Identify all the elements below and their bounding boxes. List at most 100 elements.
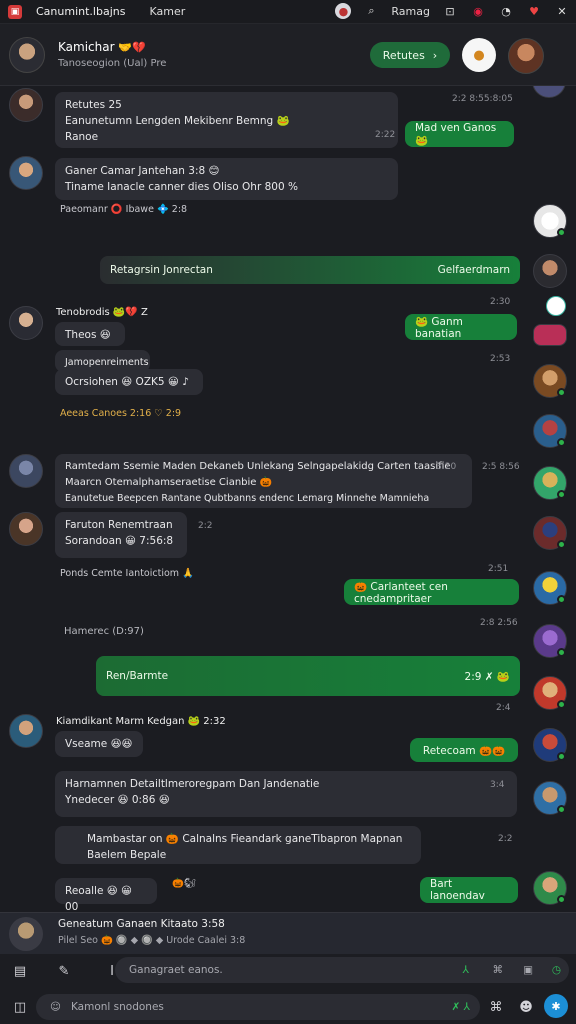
avatar[interactable]	[9, 917, 43, 951]
outgoing-message[interactable]: Mad ven Ganos 🐸	[405, 121, 514, 147]
timestamp: 2:2 8:55:8:05	[452, 94, 513, 104]
sender-name: Tenobrodis 🐸💔 Z	[56, 307, 148, 318]
timer-icon[interactable]: ◷	[552, 964, 561, 976]
timestamp: 2:22	[375, 130, 396, 140]
timestamp: 2:5 8:56	[482, 462, 520, 472]
call-icon[interactable]: ●	[462, 38, 496, 72]
reaction-row[interactable]: Aeeas Canoes 2:16 ♡ 2:9	[60, 408, 181, 419]
search-icon[interactable]: ⌕	[363, 3, 379, 19]
panel-icon[interactable]: ◫	[4, 993, 36, 1021]
message-bubble[interactable]: Faruton Renemtraan Sorandoan 😀 7:56:8	[55, 512, 187, 558]
message-bubble[interactable]: Ganer Camar Jantehan 3:8 😊 Tiname Ianacl…	[55, 158, 398, 200]
chevron-icon: ›	[432, 48, 438, 62]
status-badge	[557, 388, 566, 397]
composer: ▤ ✎ I Ganagraet eanos. ⅄ ⌘ ▣ ◷ ◫ ☺ Kamon…	[0, 954, 576, 1024]
outgoing-message[interactable]: Bart lanoendav	[420, 877, 518, 903]
active-chat-name: Geneatum Ganaen Kitaato 3:58	[58, 918, 225, 930]
top-bar-label[interactable]: Ramag	[391, 5, 430, 18]
timestamp: 2:2	[198, 521, 213, 531]
emoji-icon[interactable]: ☺	[50, 1001, 61, 1013]
status-badge	[557, 700, 566, 709]
timestamp: 2:4	[496, 703, 511, 713]
avatar[interactable]	[9, 306, 43, 340]
avatar[interactable]	[508, 38, 544, 74]
stylus-icon[interactable]: ⅄	[463, 964, 469, 976]
avatar[interactable]	[533, 324, 567, 346]
message-bubble[interactable]: Reoalle 😆 😀 00	[55, 878, 157, 912]
active-chat-subtitle: Pilel Seo 🎃 🔘 ◆ 🔘 ◆ Urode Caalei 3:8	[58, 935, 246, 946]
message-bubble[interactable]: Theos 😆	[55, 322, 125, 346]
top-bar-actions: ● ⌕ Ramag ⊡ ◉ ◔ ♥ ✕	[335, 3, 570, 19]
app-title: Canumint.lbajns	[36, 5, 126, 18]
outgoing-message[interactable]: 🎃 Carlanteet cen cnedampritaer	[344, 579, 519, 605]
close-icon[interactable]: ✕	[554, 3, 570, 19]
timestamp: 3:4	[490, 780, 505, 790]
avatar[interactable]	[532, 86, 566, 98]
avatar[interactable]	[9, 37, 45, 73]
avatar[interactable]	[546, 296, 566, 316]
chat-header: Kamichar 🤝💔 Tanoseogion (Ual) Pre Retute…	[0, 24, 576, 86]
composer-row-1: ▤ ✎ I Ganagraet eanos. ⅄ ⌘ ▣ ◷	[0, 954, 576, 988]
timestamp: 2:51	[488, 564, 509, 574]
status-badge	[557, 752, 566, 761]
avatar[interactable]	[9, 156, 43, 190]
outgoing-message[interactable]: Retagrsin Jonrectan Gelfaerdmarn	[100, 256, 520, 284]
composer-row-2: ◫ ☺ Kamonl snodones ✗ ⅄ ⌘ ☻ ✱	[0, 990, 576, 1024]
send-icon: ✱	[551, 999, 561, 1013]
timestamp: 2:8 2:56	[480, 618, 518, 628]
timestamp: 2:53	[490, 354, 511, 364]
avatar[interactable]	[9, 454, 43, 488]
avatar-icon[interactable]: ●	[335, 3, 352, 19]
tab-kamer[interactable]: Kamer	[149, 5, 185, 18]
send-button[interactable]: ✱	[544, 994, 568, 1018]
avatar[interactable]	[533, 254, 567, 288]
status-badge	[557, 540, 566, 549]
timestamp: 3:20	[436, 462, 457, 472]
top-bar: ▣ Canumint.lbajns Kamer ● ⌕ Ramag ⊡ ◉ ◔ …	[0, 0, 576, 24]
status-badge	[557, 228, 566, 237]
reaction-row[interactable]: Ponds Cemte Iantoictiom 🙏	[60, 568, 194, 579]
outgoing-message[interactable]: Ren/Barmte 2:9 ✗ 🐸	[96, 656, 520, 696]
reaction-row[interactable]: 🎃🐿	[172, 878, 196, 889]
reaction-icon[interactable]: ◉	[470, 3, 486, 19]
status-badge	[557, 805, 566, 814]
chat-subtitle: Tanoseogion (Ual) Pre	[58, 58, 167, 69]
status-badge	[557, 438, 566, 447]
emoji-icon[interactable]: ☻	[510, 993, 542, 1021]
message-list[interactable]: Retutes 25 Eanunetumn Lengden Mekibenr B…	[0, 86, 576, 912]
message-input[interactable]: ☺ Kamonl snodones ✗ ⅄	[36, 994, 480, 1020]
status-badge	[557, 490, 566, 499]
avatar[interactable]	[9, 512, 43, 546]
image-icon[interactable]: ▣	[523, 964, 533, 976]
pen-icon[interactable]: ✎	[48, 957, 80, 985]
timestamp: 2:30	[490, 297, 511, 307]
avatar[interactable]	[9, 714, 43, 748]
sticker-icon[interactable]: ⌘	[493, 964, 504, 976]
reaction-row[interactable]: Paeomanr ⭕ Ibawe 💠 2:8	[60, 204, 187, 215]
date-separator: Hamerec (D:97)	[64, 626, 144, 637]
outgoing-message[interactable]: Retecoam 🎃🎃	[410, 738, 518, 762]
active-chat-bar[interactable]: Geneatum Ganaen Kitaato 3:58 Pilel Seo 🎃…	[0, 912, 576, 954]
status-badge	[557, 648, 566, 657]
message-bubble[interactable]: Mambastar on 🎃 Calnalns Fieandark ganeTi…	[55, 826, 421, 864]
message-input[interactable]: Ganagraet eanos. ⅄ ⌘ ▣ ◷	[115, 957, 569, 983]
timestamp: 2:2	[498, 834, 513, 844]
message-bubble[interactable]: Retutes 25 Eanunetumn Lengden Mekibenr B…	[55, 92, 398, 148]
attach-icon[interactable]: ✗ ⅄	[451, 1001, 470, 1013]
retutes-button[interactable]: Retutes ›	[370, 42, 450, 68]
app-icon[interactable]: ▣	[8, 4, 22, 19]
status-badge	[557, 895, 566, 904]
notification-icon[interactable]: ⊡	[442, 3, 458, 19]
outgoing-message[interactable]: 🐸 Ganm banatian	[405, 314, 517, 340]
message-bubble[interactable]: Ocrsiohen 😆 OZK5 😀 ♪	[55, 369, 203, 395]
message-bubble[interactable]: Harnamnen Detailtlmeroregpam Dan Jandena…	[55, 771, 517, 817]
message-bubble[interactable]: Vseame 😆😆	[55, 731, 143, 757]
clock-icon[interactable]: ◔	[498, 3, 514, 19]
message-bubble[interactable]: Ramtedam Ssemie Maden Dekaneb Unlekang S…	[55, 454, 472, 508]
status-badge	[557, 595, 566, 604]
heart-icon[interactable]: ♥	[526, 3, 542, 19]
sender-name: Kiamdikant Marm Kedgan 🐸 2:32	[56, 716, 226, 727]
sticker-icon[interactable]: ⌘	[480, 993, 512, 1021]
layout-icon[interactable]: ▤	[4, 957, 36, 985]
avatar[interactable]	[9, 88, 43, 122]
